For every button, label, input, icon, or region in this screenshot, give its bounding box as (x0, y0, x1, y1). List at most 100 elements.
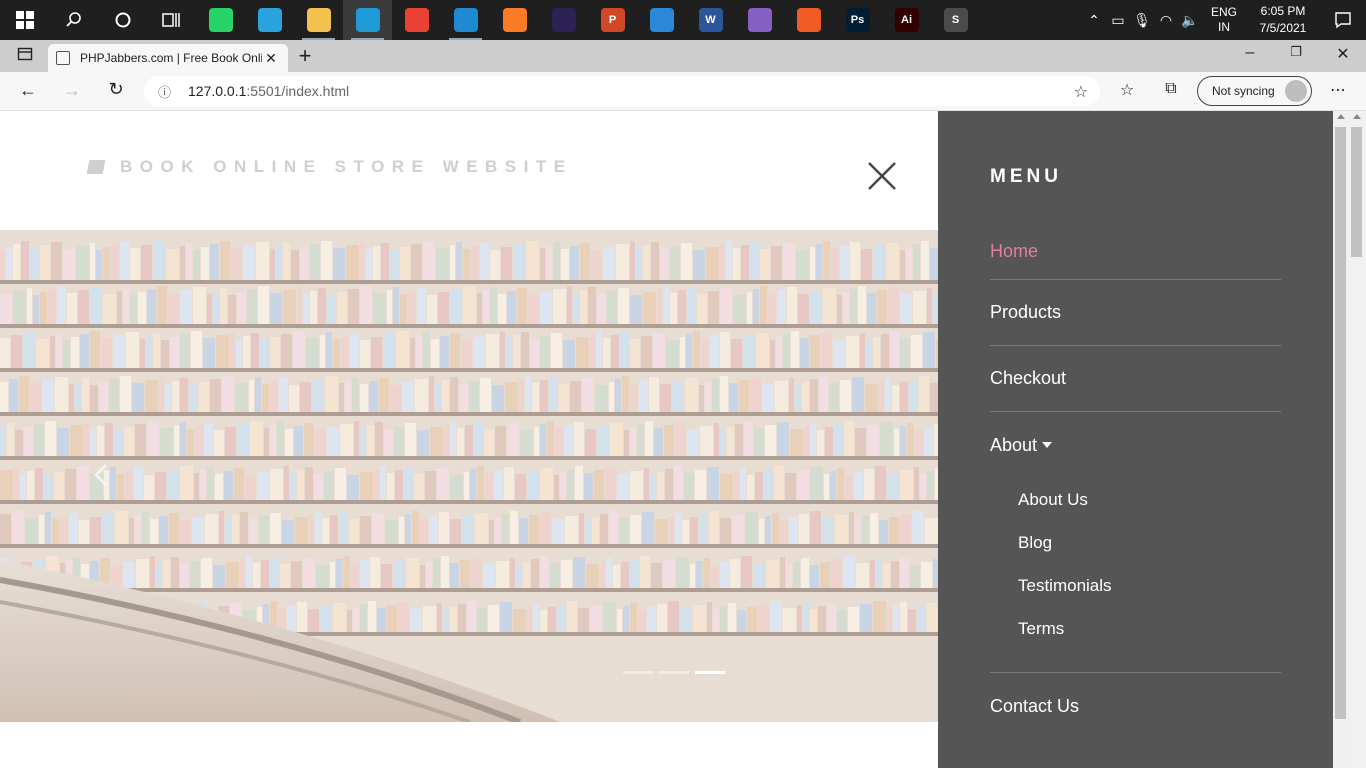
submenu-item-about-us[interactable]: About Us (1018, 478, 1281, 521)
battery-icon[interactable]: ▭ (1106, 12, 1130, 29)
system-tray: ⌃ ▭ 🎙 ◠ 🔈 ENG IN 6:05 PM 7/5/2021 (1082, 0, 1366, 40)
search-button[interactable] (49, 0, 98, 40)
taskbar-app-eclipse[interactable] (539, 0, 588, 40)
sublime-text-icon: S (943, 8, 968, 32)
tab-actions-icon (17, 47, 33, 61)
edge-icon (355, 8, 380, 32)
language-code: ENG (1210, 5, 1237, 19)
menu-item-checkout[interactable]: Checkout (990, 346, 1281, 412)
taskbar-app-file-explorer[interactable] (294, 0, 343, 40)
page-scrollbar-thumb[interactable] (1335, 127, 1346, 719)
taskbar-app-telegram[interactable] (245, 0, 294, 40)
microphone-icon[interactable]: 🎙 (1130, 12, 1154, 29)
url-host: 127.0.0.1 (188, 83, 247, 99)
collections-button[interactable]: ⧉ (1160, 80, 1182, 98)
url-path: :5501/index.html (246, 83, 350, 99)
refresh-button[interactable]: ↻ (104, 79, 128, 100)
carousel-prev-icon[interactable] (90, 462, 114, 488)
powerpoint-icon: P (600, 8, 625, 32)
taskbar-app-edge[interactable] (343, 0, 392, 40)
close-tab-icon[interactable]: ✕ (262, 50, 280, 67)
hero-carousel (0, 230, 938, 722)
clock-date: 7/5/2021 (1259, 21, 1307, 35)
taskbar-app-visual-studio[interactable] (735, 0, 784, 40)
task-view-button[interactable] (147, 0, 196, 40)
carousel-indicator-2[interactable] (659, 671, 689, 674)
restore-button[interactable]: ❐ (1286, 44, 1306, 60)
site-logo[interactable]: BOOK ONLINE STORE WEBSITE (86, 157, 573, 177)
submenu-item-blog[interactable]: Blog (1018, 521, 1281, 564)
taskbar-app-powerpoint[interactable]: P (588, 0, 637, 40)
volume-icon[interactable]: 🔈 (1178, 12, 1202, 29)
wifi-icon[interactable]: ◠ (1154, 12, 1178, 29)
favorites-button[interactable]: ☆ (1116, 80, 1138, 100)
language-indicator[interactable]: ENG IN (1202, 5, 1246, 35)
cortana-icon (115, 12, 130, 28)
taskbar-app-word[interactable]: W (686, 0, 735, 40)
close-window-button[interactable]: ✕ (1333, 44, 1353, 64)
illustrator-icon: Ai (894, 8, 919, 32)
profile-sync-button[interactable]: Not syncing (1197, 76, 1312, 106)
new-tab-button[interactable]: + (293, 43, 317, 69)
back-button[interactable]: ← (16, 80, 40, 101)
mail-icon (649, 8, 674, 32)
about-submenu: About Us Blog Testimonials Terms (990, 478, 1281, 673)
address-bar[interactable]: ⓘ 127.0.0.1 :5501/index.html ☆ (144, 76, 1100, 106)
menu-item-contact[interactable]: Contact Us (990, 673, 1281, 739)
submenu-item-terms[interactable]: Terms (1018, 607, 1281, 650)
scroll-up-icon[interactable] (1337, 114, 1345, 119)
taskbar-app-mail[interactable] (637, 0, 686, 40)
browser-tab[interactable]: PHPJabbers.com | Free Book Online Store … (48, 44, 288, 72)
menu-heading: MENU (990, 166, 1062, 187)
add-favorite-icon[interactable]: ☆ (1074, 82, 1088, 102)
submenu-item-testimonials[interactable]: Testimonials (1018, 564, 1281, 607)
minimize-button[interactable]: – (1240, 44, 1260, 62)
start-button[interactable] (0, 0, 49, 40)
taskbar-app-chrome[interactable] (392, 0, 441, 40)
clock[interactable]: 6:05 PM 7/5/2021 (1246, 3, 1320, 37)
web-page: BOOK ONLINE STORE WEBSITE MENU Home Prod… (0, 111, 1366, 768)
chevron-up-icon[interactable]: ⌃ (1082, 12, 1106, 29)
windows-logo-icon (15, 11, 34, 29)
avatar (1285, 80, 1307, 102)
side-menu-list: Home Products Checkout About About Us Bl… (990, 224, 1281, 739)
book-icon (86, 160, 106, 174)
carousel-indicators (623, 671, 725, 674)
taskbar-app-xampp[interactable] (490, 0, 539, 40)
forward-button[interactable]: → (60, 80, 84, 101)
site-brand-text: BOOK ONLINE STORE WEBSITE (120, 157, 573, 176)
carousel-indicator-3[interactable] (695, 671, 725, 674)
sync-status-label: Not syncing (1212, 84, 1275, 98)
site-info-icon[interactable]: ⓘ (158, 82, 188, 101)
taskbar-app-sublime-text[interactable]: S (931, 0, 980, 40)
taskbar-app-vscode[interactable] (441, 0, 490, 40)
outer-scrollbar-thumb[interactable] (1351, 127, 1362, 257)
cortana-button[interactable] (98, 0, 147, 40)
hero-overlay (0, 230, 938, 722)
chrome-icon (404, 8, 429, 32)
caret-down-icon (1042, 442, 1053, 448)
outer-scroll-up-icon[interactable] (1353, 114, 1361, 119)
taskbar-app-photoshop[interactable]: Ps (833, 0, 882, 40)
page-favicon-icon (56, 51, 70, 65)
collections-icon: ⧉ (1165, 80, 1177, 97)
search-icon (65, 12, 81, 27)
site-header: BOOK ONLINE STORE WEBSITE (0, 111, 938, 230)
vscode-icon (453, 8, 478, 32)
telegram-icon (257, 8, 282, 32)
menu-item-products[interactable]: Products (990, 280, 1281, 346)
favorites-icon: ☆ (1119, 82, 1135, 99)
carousel-indicator-1[interactable] (623, 671, 653, 674)
menu-item-about[interactable]: About (990, 412, 1281, 478)
close-menu-icon[interactable] (862, 159, 902, 199)
tab-actions-button[interactable] (14, 46, 36, 67)
taskbar-app-whatsapp[interactable] (196, 0, 245, 40)
notification-icon (1335, 12, 1351, 29)
tab-title: PHPJabbers.com | Free Book Online Store … (80, 51, 262, 65)
notification-center-button[interactable] (1320, 11, 1366, 29)
taskbar-app-postman[interactable] (784, 0, 833, 40)
menu-item-home[interactable]: Home (990, 224, 1281, 280)
xampp-icon (502, 8, 527, 32)
taskbar-app-illustrator[interactable]: Ai (882, 0, 931, 40)
more-menu-button[interactable]: ⋯ (1326, 80, 1350, 100)
